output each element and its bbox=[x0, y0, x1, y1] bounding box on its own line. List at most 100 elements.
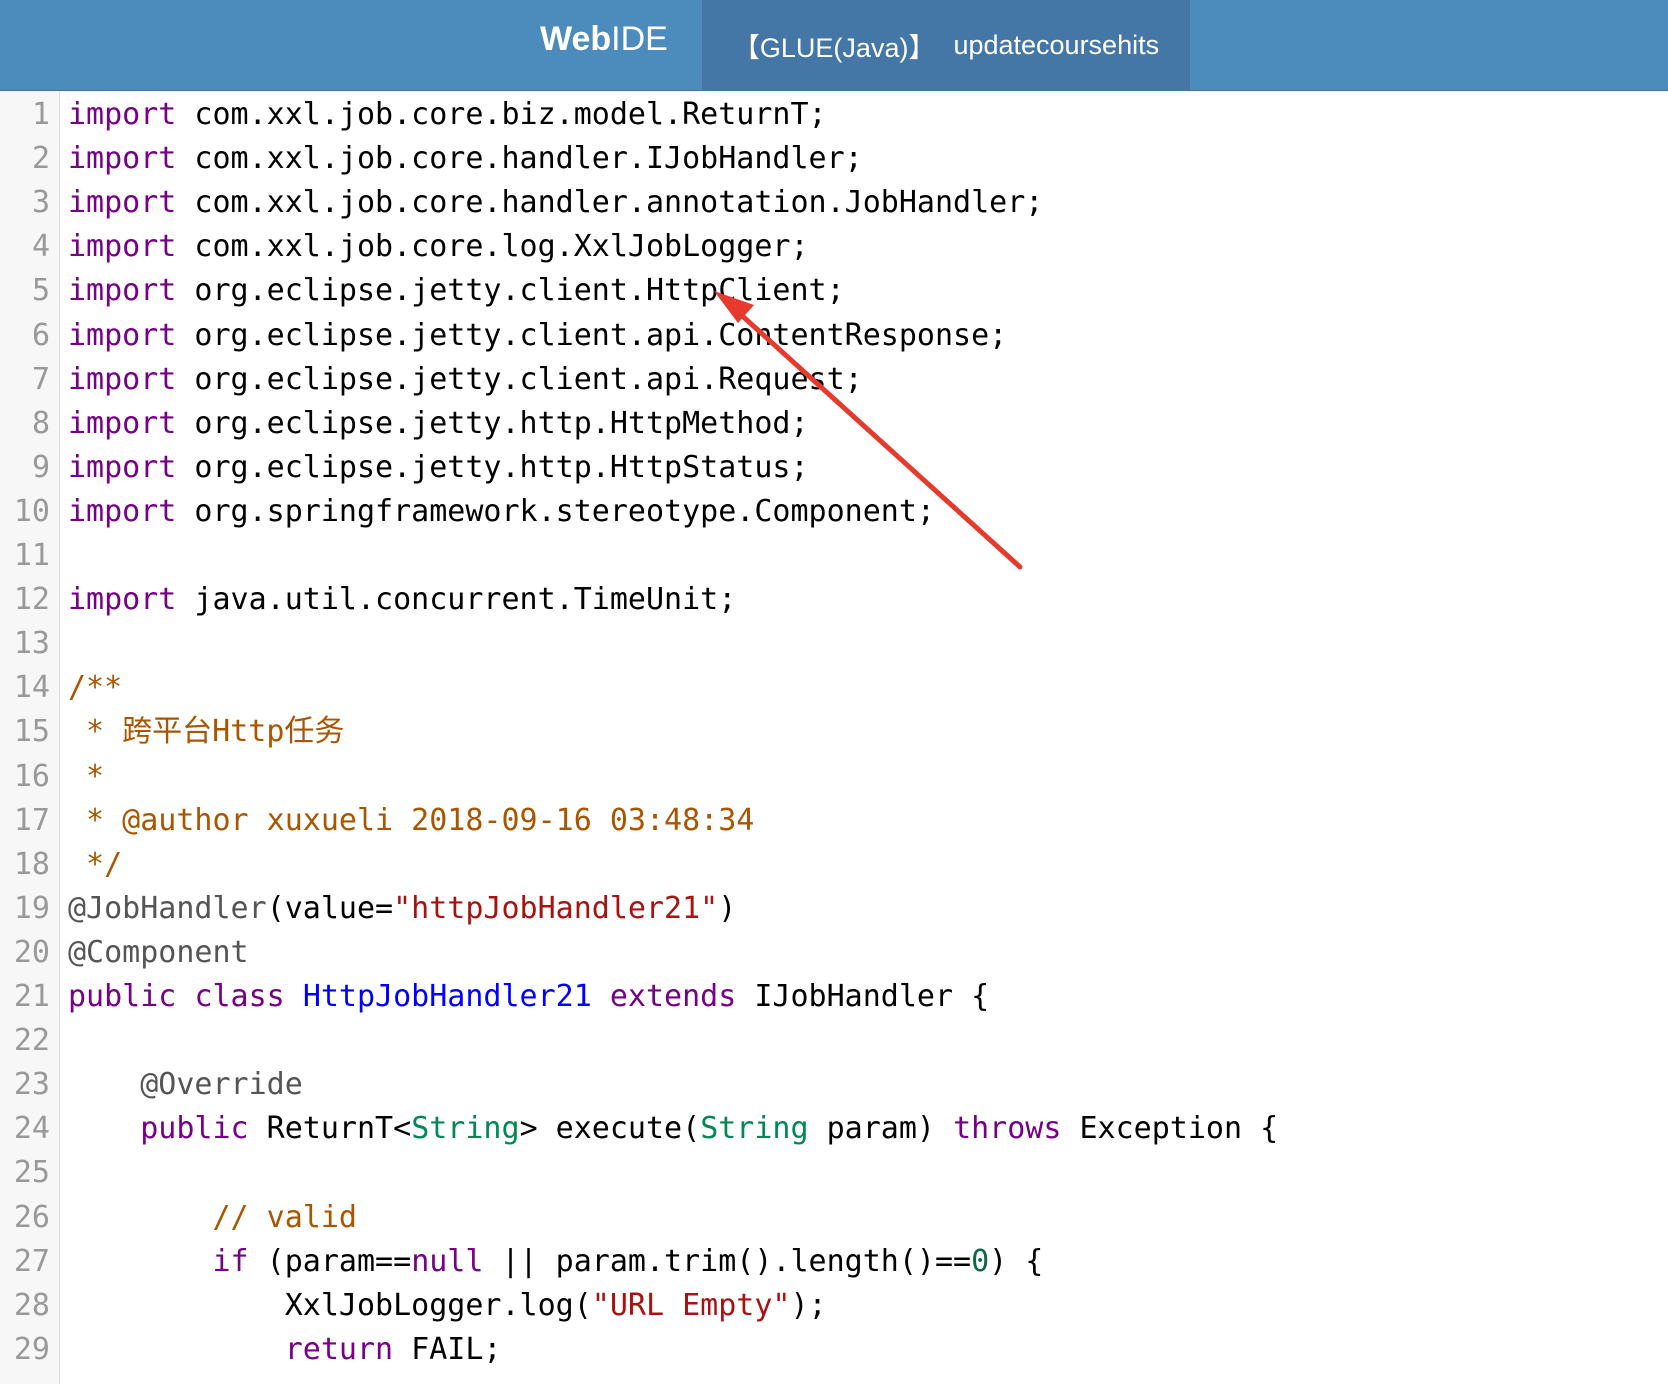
code-text: import java.util.concurrent.TimeUnit; bbox=[68, 578, 736, 622]
code-token: * @author xuxueli 2018-09-16 03:48:34 bbox=[68, 802, 755, 838]
code-token: /** bbox=[68, 670, 123, 706]
code-token: throws bbox=[953, 1111, 1062, 1147]
line-number: 22 bbox=[13, 1023, 50, 1059]
code-token: import bbox=[68, 317, 177, 353]
code-line[interactable]: 22 bbox=[0, 1019, 1668, 1063]
code-line[interactable]: 5 import org.eclipse.jetty.client.HttpCli… bbox=[0, 269, 1668, 313]
line-number: 28 bbox=[13, 1287, 50, 1323]
code-line[interactable]: 8 import org.eclipse.jetty.http.HttpMetho… bbox=[0, 402, 1668, 446]
code-token: org.eclipse.jetty.client.HttpClient; bbox=[176, 273, 845, 309]
code-token: (param== bbox=[248, 1243, 412, 1279]
code-line[interactable]: 1 import com.xxl.job.core.biz.model.Retur… bbox=[0, 93, 1668, 137]
line-number: 17 bbox=[13, 802, 50, 838]
code-token: String bbox=[700, 1111, 809, 1147]
code-editor[interactable]: 1 import com.xxl.job.core.biz.model.Retur… bbox=[0, 91, 1668, 1384]
code-token: FAIL; bbox=[393, 1331, 502, 1367]
code-token: */ bbox=[68, 846, 123, 882]
code-token: extends bbox=[609, 979, 737, 1014]
code-line[interactable]: 19 @JobHandler(value="httpJobHandler21") bbox=[0, 887, 1668, 931]
code-line[interactable]: 3 import com.xxl.job.core.handler.annotat… bbox=[0, 181, 1668, 225]
code-text: import org.eclipse.jetty.http.HttpStatus… bbox=[68, 446, 809, 490]
code-token: if bbox=[212, 1243, 249, 1279]
line-number: 15 bbox=[13, 714, 50, 750]
code-text: * @author xuxueli 2018-09-16 03:48:34 bbox=[68, 799, 754, 843]
code-line[interactable]: 7 import org.eclipse.jetty.client.api.Req… bbox=[0, 358, 1668, 402]
line-number: 20 bbox=[13, 934, 50, 970]
code-line[interactable]: 17 * @author xuxueli 2018-09-16 03:48:34 bbox=[0, 799, 1668, 843]
top-bar: WebIDE 【GLUE(Java)】 updatecoursehits bbox=[0, 0, 1668, 91]
line-number: 29 bbox=[13, 1331, 50, 1367]
code-line[interactable]: 23 @Override bbox=[0, 1063, 1668, 1107]
code-token: null bbox=[411, 1243, 484, 1279]
code-line[interactable]: 28 XxlJobLogger.log("URL Empty"); bbox=[0, 1284, 1668, 1328]
file-tab[interactable]: 【GLUE(Java)】 updatecoursehits bbox=[702, 0, 1190, 90]
code-line[interactable]: 10 import org.springframework.stereotype.… bbox=[0, 490, 1668, 534]
code-token: 0 bbox=[971, 1243, 990, 1279]
code-line[interactable]: 14 /** bbox=[0, 666, 1668, 710]
code-line[interactable]: 29 return FAIL; bbox=[0, 1328, 1668, 1372]
code-line[interactable]: 13 bbox=[0, 622, 1668, 666]
code-line[interactable]: 15 * 跨平台Http任务 bbox=[0, 710, 1668, 754]
code-token: "URL Empty" bbox=[591, 1287, 791, 1323]
line-number: 25 bbox=[13, 1155, 50, 1191]
code-token: public bbox=[68, 979, 177, 1014]
code-token: import bbox=[68, 141, 177, 177]
line-number: 13 bbox=[13, 626, 50, 662]
line-number: 1 bbox=[31, 97, 50, 132]
code-text: import com.xxl.job.core.biz.model.Return… bbox=[68, 93, 827, 137]
code-token: import bbox=[68, 185, 177, 221]
code-token: param) bbox=[808, 1111, 954, 1147]
code-text: import org.eclipse.jetty.client.HttpClie… bbox=[68, 269, 845, 313]
line-number: 23 bbox=[13, 1067, 50, 1103]
code-line[interactable]: 9 import org.eclipse.jetty.http.HttpStatu… bbox=[0, 446, 1668, 490]
code-line[interactable]: 27 if (param==null || param.trim().lengt… bbox=[0, 1240, 1668, 1284]
code-line[interactable]: 4 import com.xxl.job.core.log.XxlJobLogge… bbox=[0, 225, 1668, 269]
code-line[interactable]: 16 * bbox=[0, 755, 1668, 799]
code-text: import com.xxl.job.core.handler.annotati… bbox=[68, 181, 1043, 225]
code-token: ) { bbox=[989, 1243, 1044, 1279]
code-token: HttpJobHandler21 bbox=[302, 979, 592, 1014]
code-line[interactable]: 11 bbox=[0, 534, 1668, 578]
app-logo[interactable]: WebIDE bbox=[540, 20, 668, 59]
line-number: 8 bbox=[31, 405, 50, 441]
code-line[interactable]: 2 import com.xxl.job.core.handler.IJobHan… bbox=[0, 137, 1668, 181]
code-text: @Override bbox=[68, 1063, 303, 1107]
code-token: import bbox=[68, 97, 177, 132]
code-line[interactable]: 21 public class HttpJobHandler21 extends … bbox=[0, 975, 1668, 1019]
code-token: > execute( bbox=[519, 1111, 701, 1147]
line-number: 3 bbox=[31, 185, 50, 221]
code-token: @Override bbox=[140, 1067, 303, 1103]
code-token: import bbox=[68, 449, 177, 485]
line-number: 18 bbox=[13, 846, 50, 882]
code-text: */ bbox=[68, 843, 122, 887]
code-text: if (param==null || param.trim().length()… bbox=[68, 1240, 1044, 1284]
code-text: @JobHandler(value="httpJobHandler21") bbox=[68, 887, 736, 931]
code-line[interactable]: 25 bbox=[0, 1151, 1668, 1195]
brand-rest: IDE bbox=[611, 20, 668, 58]
line-number: 27 bbox=[13, 1243, 50, 1279]
code-token: com.xxl.job.core.handler.IJobHandler; bbox=[176, 141, 863, 177]
code-line[interactable]: 18 */ bbox=[0, 843, 1668, 887]
line-number: 12 bbox=[13, 582, 50, 618]
code-token: org.eclipse.jetty.http.HttpStatus; bbox=[176, 449, 809, 485]
code-token: // valid bbox=[212, 1199, 358, 1235]
code-token: String bbox=[411, 1111, 520, 1147]
code-line[interactable]: 26 // valid bbox=[0, 1196, 1668, 1240]
code-token: ) bbox=[718, 890, 737, 926]
line-number: 9 bbox=[31, 449, 50, 485]
code-token: Exception { bbox=[1061, 1111, 1279, 1147]
code-text: /** bbox=[68, 666, 122, 710]
line-number: 11 bbox=[13, 538, 50, 573]
code-line[interactable]: 12 import java.util.concurrent.TimeUnit; bbox=[0, 578, 1668, 622]
code-text: public class HttpJobHandler21 extends IJ… bbox=[68, 975, 989, 1019]
line-number: 24 bbox=[13, 1111, 50, 1147]
code-line[interactable]: 6 import org.eclipse.jetty.client.api.Con… bbox=[0, 314, 1668, 358]
code-line[interactable]: 20 @Component bbox=[0, 931, 1668, 975]
code-line[interactable]: 24 public ReturnT<String> execute(String… bbox=[0, 1107, 1668, 1151]
